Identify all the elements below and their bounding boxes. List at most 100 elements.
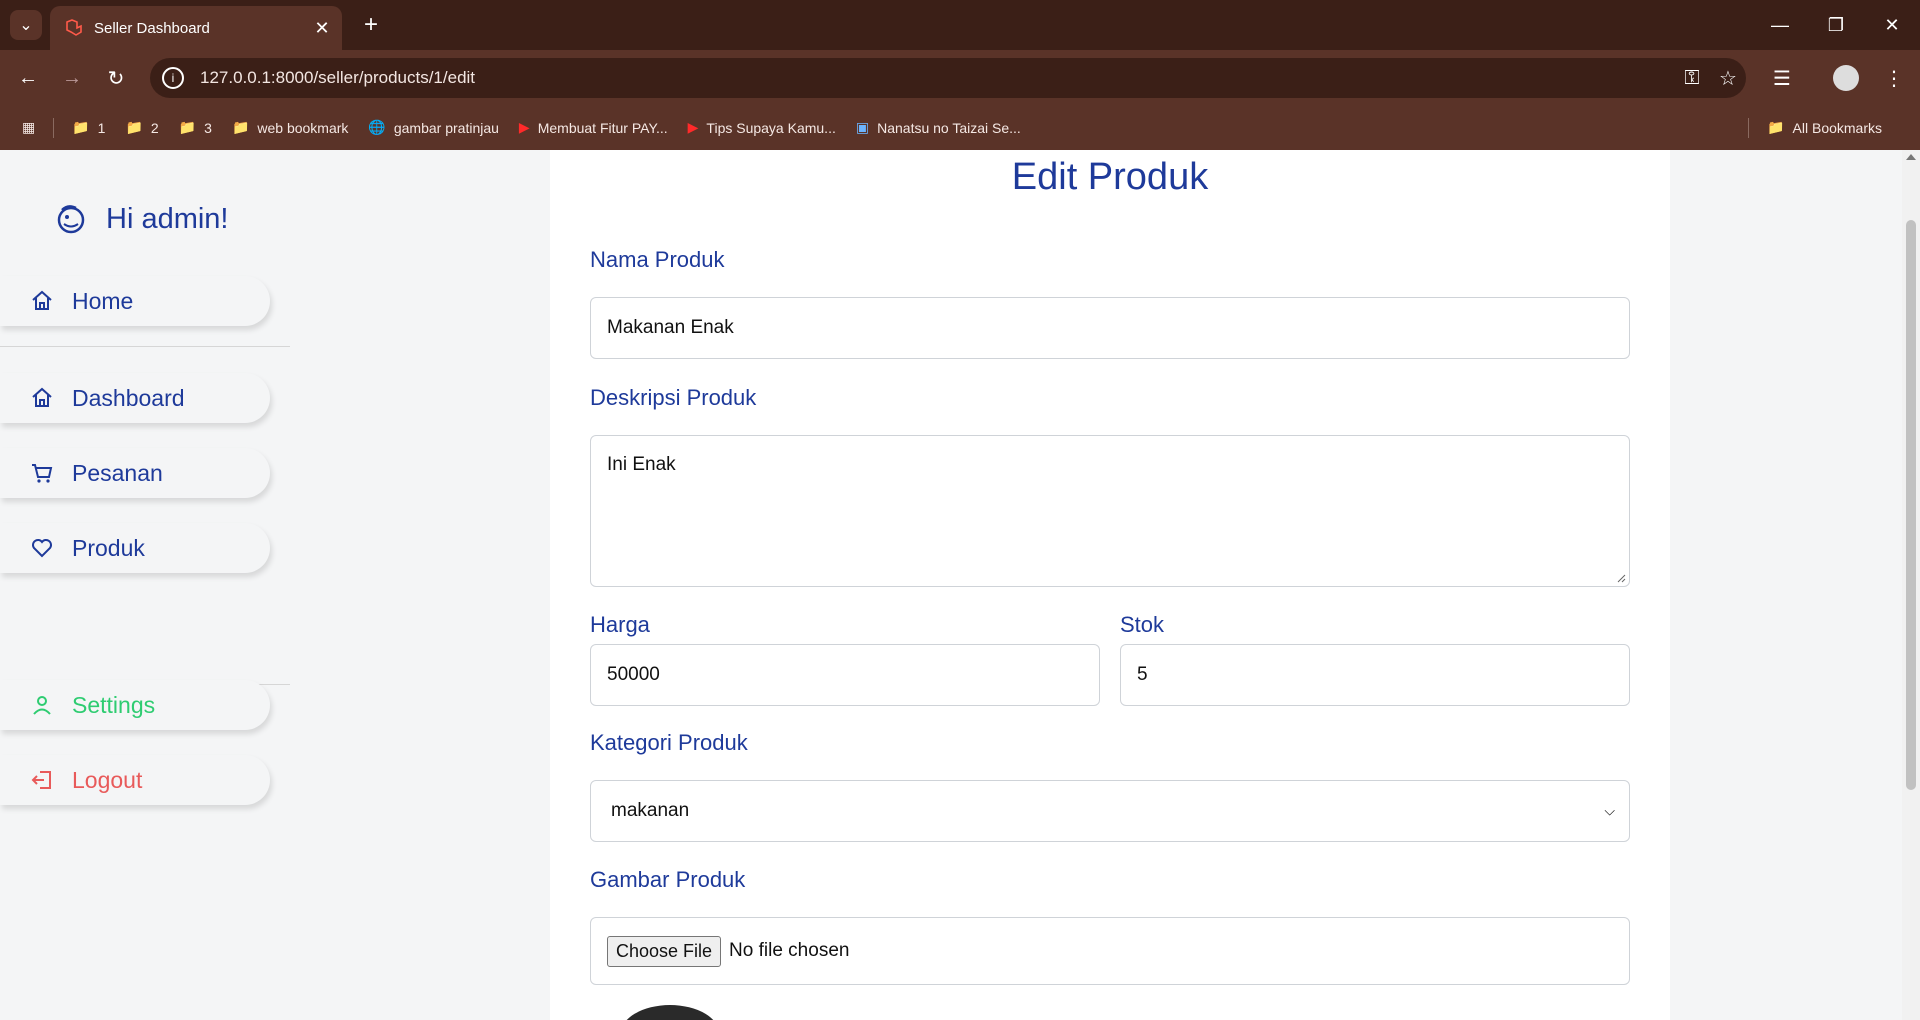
- active-tab[interactable]: Seller Dashboard ✕: [50, 6, 342, 50]
- product-description-textarea[interactable]: Ini Enak: [590, 435, 1630, 587]
- bookmark-folder-1[interactable]: 📁 1: [72, 119, 105, 136]
- description-label: Deskripsi Produk: [590, 385, 757, 410]
- tab-strip: ⌄ Seller Dashboard ✕ + — ❐ ✕: [0, 0, 1920, 50]
- sidebar-item-dashboard[interactable]: Dashboard: [0, 373, 270, 423]
- new-tab-button[interactable]: +: [356, 10, 386, 40]
- product-image-thumbnail: [620, 1005, 720, 1020]
- product-description-value: Ini Enak: [607, 454, 676, 475]
- product-name-value: Makanan Enak: [607, 317, 734, 338]
- bookmark-folder-3[interactable]: 📁 3: [179, 119, 212, 136]
- bookmark-gambar[interactable]: 🌐 gambar pratinjau: [368, 119, 499, 136]
- scroll-thumb[interactable]: [1906, 220, 1916, 790]
- image-label: Gambar Produk: [590, 867, 746, 892]
- close-icon[interactable]: ✕: [308, 18, 336, 39]
- sidebar-item-label: Produk: [72, 534, 145, 561]
- bookmark-label: 2: [150, 119, 159, 136]
- close-window-button[interactable]: ✕: [1864, 0, 1920, 50]
- bookmark-youtube-2[interactable]: ▶ Tips Supaya Kamu...: [688, 119, 836, 136]
- browser-toolbar: ← → ↻ i 127.0.0.1:8000/seller/products/1…: [0, 50, 1920, 105]
- folder-icon: 📁: [72, 119, 90, 135]
- bookmark-label: Nanatsu no Taizai Se...: [877, 119, 1021, 136]
- key-icon[interactable]: ⚿: [1674, 67, 1710, 90]
- category-select[interactable]: makanan ⌵: [590, 780, 1630, 842]
- sidebar-item-produk[interactable]: Produk: [0, 523, 270, 573]
- resize-handle-icon[interactable]: [1616, 573, 1626, 583]
- site-info-icon[interactable]: i: [162, 67, 184, 89]
- heart-icon: [32, 539, 52, 558]
- price-value: 50000: [607, 664, 660, 685]
- bookmark-folder-2[interactable]: 📁 2: [125, 119, 158, 136]
- extensions-icon[interactable]: ☰: [1766, 62, 1798, 94]
- no-file-text: No file chosen: [729, 940, 850, 961]
- menu-icon[interactable]: ⋮: [1878, 62, 1910, 94]
- sidebar-item-label: Pesanan: [72, 459, 163, 486]
- address-bar[interactable]: i 127.0.0.1:8000/seller/products/1/edit …: [150, 58, 1746, 98]
- bookmark-folder-web[interactable]: 📁 web bookmark: [232, 119, 348, 136]
- sidebar-item-settings[interactable]: Settings: [0, 680, 270, 730]
- sidebar-divider: [0, 346, 290, 347]
- sidebar-item-logout[interactable]: Logout: [0, 755, 270, 805]
- image-file-input[interactable]: Choose File No file chosen: [590, 917, 1630, 985]
- greeting: Hi admin!: [54, 202, 229, 236]
- profile-button[interactable]: [1830, 62, 1862, 94]
- folder-icon: 📁: [125, 119, 143, 135]
- sidebar-item-label: Settings: [72, 691, 156, 718]
- sidebar-item-label: Logout: [72, 766, 143, 793]
- product-name-input[interactable]: Makanan Enak: [590, 297, 1630, 359]
- bookmark-label: Membuat Fitur PAY...: [537, 119, 668, 136]
- folder-icon: 📁: [178, 119, 197, 135]
- globe-icon: 🌐: [368, 119, 386, 135]
- sidebar-item-label: Dashboard: [72, 384, 185, 411]
- restore-button[interactable]: ❐: [1808, 0, 1864, 50]
- all-bookmarks[interactable]: 📁 All Bookmarks: [1748, 105, 1882, 150]
- bookmark-label: gambar pratinjau: [393, 119, 499, 136]
- stock-value: 5: [1137, 664, 1148, 685]
- page-content: Hi admin! Home Dashboard Pesanan Produk …: [0, 150, 1902, 1020]
- scroll-up-icon[interactable]: [1906, 154, 1916, 160]
- category-label: Kategori Produk: [590, 730, 748, 755]
- mailchimp-icon: [57, 205, 85, 234]
- laravel-icon: [66, 19, 82, 36]
- bookmark-label: web bookmark: [257, 119, 349, 136]
- tab-title: Seller Dashboard: [94, 19, 210, 37]
- choose-file-button[interactable]: Choose File: [607, 935, 722, 967]
- book-icon: ▣: [855, 119, 870, 135]
- category-value: makanan: [611, 800, 690, 821]
- apps-icon[interactable]: ▦: [22, 119, 35, 136]
- edit-product-card: Edit Produk Nama Produk Makanan Enak Des…: [550, 150, 1670, 1020]
- forward-button[interactable]: →: [56, 62, 88, 94]
- stock-label: Stok: [1120, 612, 1165, 637]
- bookmark-separator: [1748, 117, 1750, 138]
- bookmark-label: 3: [204, 119, 212, 136]
- bookmark-label: Tips Supaya Kamu...: [706, 119, 836, 136]
- minimize-button[interactable]: —: [1752, 0, 1808, 50]
- price-input[interactable]: 50000: [590, 644, 1100, 706]
- greeting-text: Hi admin!: [106, 202, 229, 235]
- youtube-icon: ▶: [518, 119, 530, 135]
- avatar: [1833, 65, 1859, 91]
- folder-icon: 📁: [231, 119, 250, 135]
- back-button[interactable]: ←: [12, 62, 44, 94]
- page-scrollbar[interactable]: [1902, 150, 1920, 1020]
- bookmarks-bar: ▦ 📁 1 📁 2 📁 3 📁 web bookmark 🌐 gambar pr…: [0, 105, 1920, 150]
- bookmark-separator: [53, 117, 55, 138]
- chevron-down-icon: ⌄: [19, 17, 33, 34]
- bookmark-label: All Bookmarks: [1792, 119, 1882, 136]
- logout-icon: [31, 771, 51, 789]
- sidebar-item-home[interactable]: Home: [0, 276, 270, 326]
- star-icon[interactable]: ☆: [1710, 66, 1746, 91]
- bookmark-youtube-1[interactable]: ▶ Membuat Fitur PAY...: [519, 119, 668, 136]
- reload-button[interactable]: ↻: [100, 62, 132, 94]
- price-label: Harga: [590, 612, 650, 637]
- chevron-down-icon: ⌵: [1604, 802, 1615, 819]
- stock-input[interactable]: 5: [1120, 644, 1630, 706]
- bookmark-nanatsu[interactable]: ▣ Nanatsu no Taizai Se...: [856, 119, 1021, 136]
- youtube-icon: ▶: [687, 119, 699, 135]
- tab-search-button[interactable]: ⌄: [10, 10, 42, 40]
- url-text: 127.0.0.1:8000/seller/products/1/edit: [200, 68, 476, 87]
- sidebar-item-pesanan[interactable]: Pesanan: [0, 448, 270, 498]
- sidebar: Hi admin! Home Dashboard Pesanan Produk …: [0, 150, 290, 1020]
- page-title: Edit Produk: [1011, 156, 1209, 198]
- user-icon: [33, 696, 51, 715]
- home-icon: [32, 290, 52, 310]
